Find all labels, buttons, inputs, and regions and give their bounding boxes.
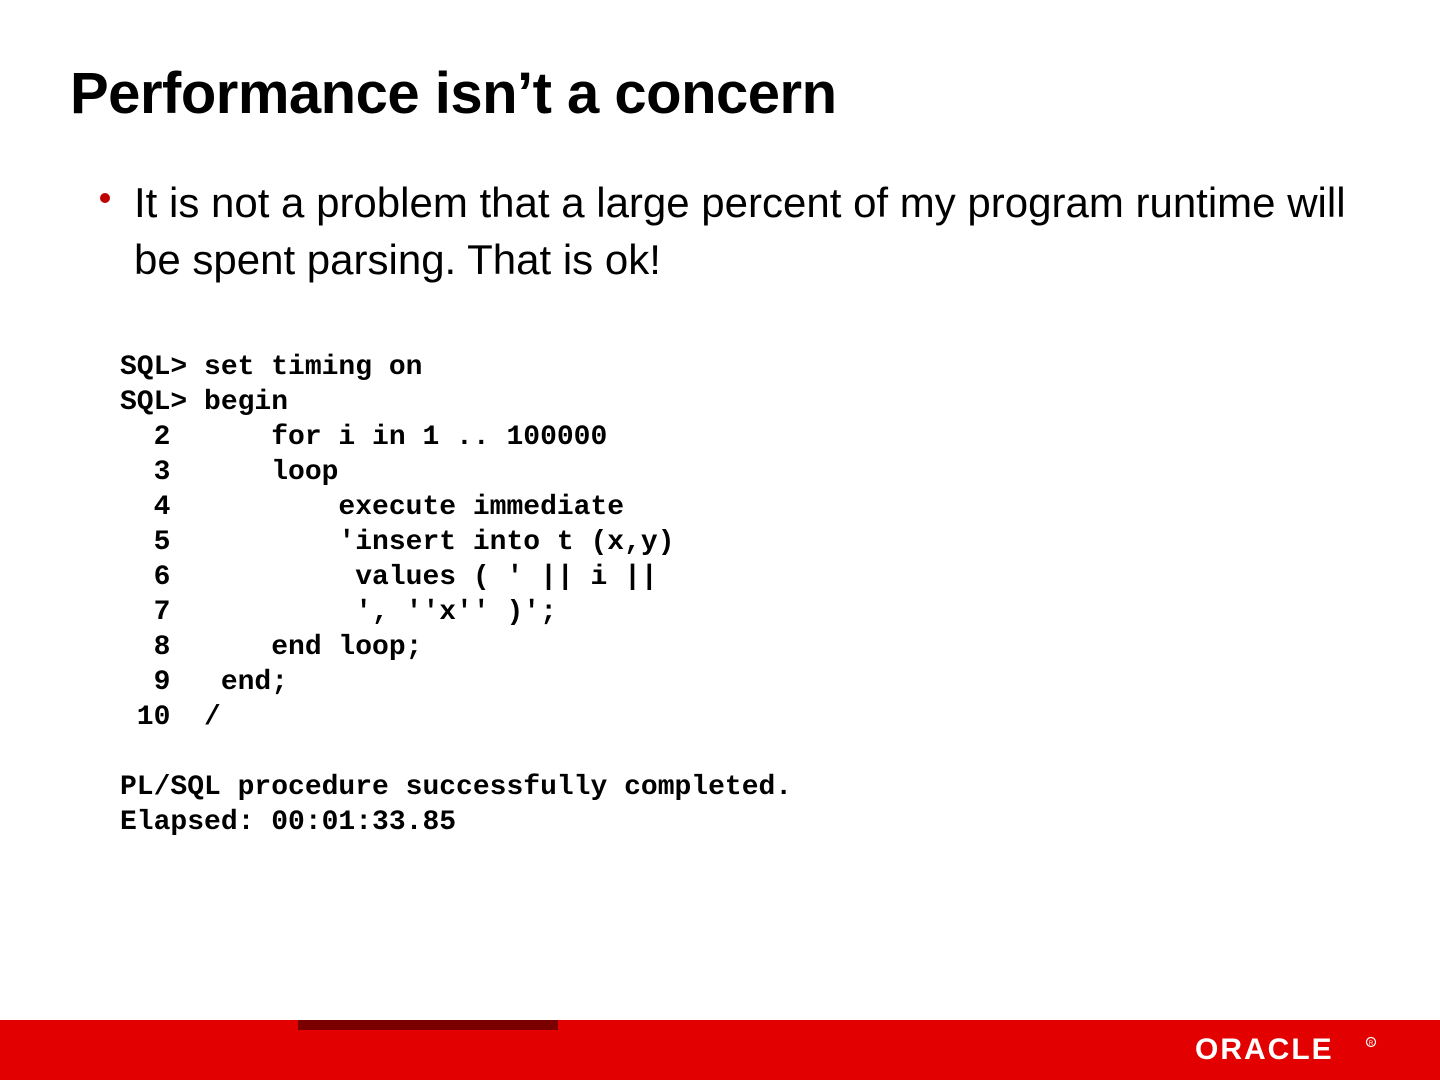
code-block: SQL> set timing on SQL> begin 2 for i in… [120,350,792,840]
slide: Performance isn’t a concern It is not a … [0,0,1440,1080]
oracle-logo: ORACLE R [1195,1032,1385,1068]
bullet-dot-icon [100,193,110,203]
footer-bar: ORACLE R [0,1020,1440,1080]
svg-text:R: R [1369,1041,1374,1047]
bullet-item: It is not a problem that a large percent… [100,175,1370,288]
oracle-logo-icon: ORACLE R [1195,1032,1385,1068]
svg-text:ORACLE: ORACLE [1195,1033,1334,1066]
footer-accent [298,1020,558,1030]
bullet-text: It is not a problem that a large percent… [134,175,1370,288]
bullet-list: It is not a problem that a large percent… [100,175,1370,288]
slide-title: Performance isn’t a concern [70,60,837,127]
